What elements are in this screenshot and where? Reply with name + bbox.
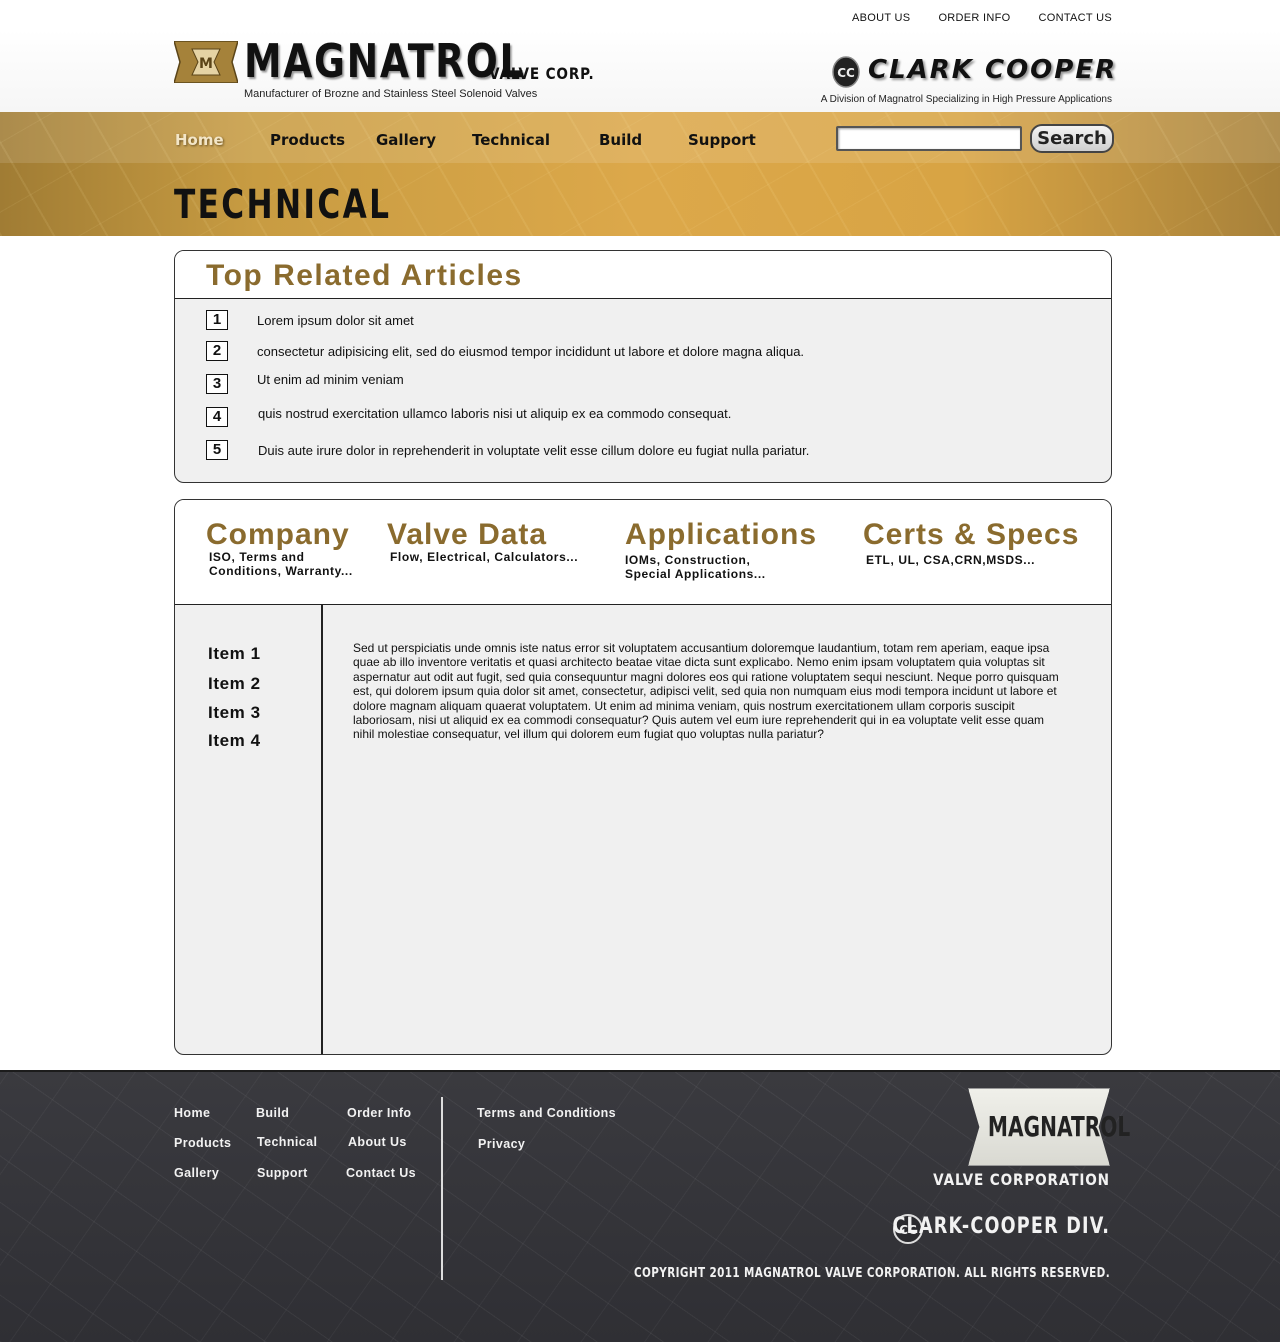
article-item[interactable]: 2 consectetur adipisicing elit, sed do e… [206, 341, 804, 361]
article-number: 2 [206, 341, 228, 361]
copyright-text: COPYRIGHT 2011 MAGNATROL VALVE CORPORATI… [633, 1266, 1110, 1281]
nav-support[interactable]: Support [688, 131, 756, 149]
category-subtitle: ETL, UL, CSA,CRN,MSDS... [866, 553, 1036, 567]
article-item[interactable]: 1 Lorem ipsum dolor sit amet [206, 310, 414, 330]
category-title: Applications [625, 518, 818, 551]
category-company[interactable]: Company ISO, Terms and Conditions, Warra… [206, 518, 353, 578]
article-number: 5 [206, 440, 228, 460]
nav-technical[interactable]: Technical [472, 131, 550, 149]
clark-cooper-emblem-icon: CC [832, 56, 860, 88]
footer-divider [441, 1097, 443, 1280]
article-link[interactable]: quis nostrud exercitation ullamco labori… [258, 406, 731, 421]
article-link[interactable]: Lorem ipsum dolor sit amet [257, 313, 414, 328]
category-title: Company [206, 518, 350, 551]
category-valve-data[interactable]: Valve Data Flow, Electrical, Calculators… [387, 518, 578, 564]
footer-link-technical[interactable]: Technical [257, 1135, 317, 1149]
search-input[interactable] [836, 126, 1022, 151]
division-tagline: A Division of Magnatrol Specializing in … [820, 94, 1112, 105]
order-info-link[interactable]: ORDER INFO [938, 12, 1010, 24]
about-us-link[interactable]: ABOUT US [852, 12, 910, 24]
article-item[interactable]: 3 Ut enim ad minim veniam [206, 372, 404, 394]
category-tabs: Company ISO, Terms and Conditions, Warra… [175, 500, 1111, 605]
footer-link-support[interactable]: Support [257, 1166, 308, 1180]
footer-logo-subtitle: VALVE CORPORATION [933, 1170, 1110, 1189]
category-subtitle: ISO, Terms and Conditions, Warranty... [209, 550, 353, 578]
content-body-text: Sed ut perspiciatis unde omnis iste natu… [353, 641, 1059, 742]
nav-build[interactable]: Build [599, 131, 642, 149]
nav-gallery[interactable]: Gallery [376, 131, 436, 149]
search-button[interactable]: Search [1030, 124, 1114, 153]
article-number: 4 [206, 407, 228, 427]
related-articles-header: Top Related Articles [175, 251, 1111, 299]
article-link[interactable]: Duis aute irure dolor in reprehenderit i… [258, 443, 809, 458]
brand-suffix: VALVE CORP. [489, 64, 595, 83]
footer-link-contact-us[interactable]: Contact Us [346, 1166, 416, 1180]
article-item[interactable]: 4 quis nostrud exercitation ullamco labo… [206, 406, 731, 427]
sidebar: Item 1 Item 2 Item 3 Item 4 [175, 605, 323, 1054]
division-name[interactable]: CLARK COOPER [868, 55, 1117, 85]
brand-name[interactable]: MAGNATROL [244, 34, 525, 88]
category-title: Certs & Specs [863, 518, 1080, 551]
category-subtitle: IOMs, Construction, Special Applications… [625, 553, 766, 581]
footer-logo-text: MAGNATROL [987, 1110, 1131, 1143]
footer-link-build[interactable]: Build [256, 1106, 289, 1120]
footer-link-privacy[interactable]: Privacy [478, 1137, 525, 1151]
technical-categories-panel: Company ISO, Terms and Conditions, Warra… [174, 499, 1112, 1055]
category-applications[interactable]: Applications IOMs, Construction, Special… [625, 518, 817, 581]
footer-link-products[interactable]: Products [174, 1136, 231, 1150]
svg-text:CC: CC [837, 66, 855, 80]
footer-link-order-info[interactable]: Order Info [347, 1106, 411, 1120]
footer-link-home[interactable]: Home [174, 1106, 210, 1120]
category-title: Valve Data [387, 518, 548, 551]
footer-link-about-us[interactable]: About Us [348, 1135, 407, 1149]
contact-us-link[interactable]: CONTACT US [1039, 12, 1113, 24]
sidebar-item-3[interactable]: Item 3 [208, 703, 261, 723]
footer-link-terms[interactable]: Terms and Conditions [477, 1106, 616, 1120]
category-subtitle: Flow, Electrical, Calculators... [390, 550, 579, 564]
article-number: 1 [206, 310, 228, 330]
article-number: 3 [206, 374, 228, 394]
related-articles-panel: Top Related Articles 1 Lorem ipsum dolor… [174, 250, 1112, 483]
category-certs-specs[interactable]: Certs & Specs ETL, UL, CSA,CRN,MSDS... [863, 518, 1079, 567]
footer-division-name: CLARK-COOPER DIV. [892, 1214, 1110, 1239]
nav-home[interactable]: Home [175, 131, 224, 149]
sidebar-item-4[interactable]: Item 4 [208, 731, 261, 751]
related-articles-heading: Top Related Articles [206, 259, 523, 292]
sidebar-item-2[interactable]: Item 2 [208, 674, 261, 694]
article-link[interactable]: Ut enim ad minim veniam [257, 372, 404, 387]
brand-tagline: Manufacturer of Brozne and Stainless Ste… [244, 88, 538, 100]
nav-products[interactable]: Products [270, 131, 345, 149]
svg-text:M: M [199, 56, 213, 72]
page-title: TECHNICAL [174, 182, 392, 228]
sidebar-item-1[interactable]: Item 1 [208, 644, 261, 664]
top-links: ABOUT US ORDER INFO CONTACT US [852, 12, 1112, 24]
article-link[interactable]: consectetur adipisicing elit, sed do eiu… [257, 344, 804, 359]
footer-link-gallery[interactable]: Gallery [174, 1166, 219, 1180]
magnatrol-emblem-icon[interactable]: M [174, 41, 238, 83]
article-item[interactable]: 5 Duis aute irure dolor in reprehenderit… [206, 440, 809, 460]
